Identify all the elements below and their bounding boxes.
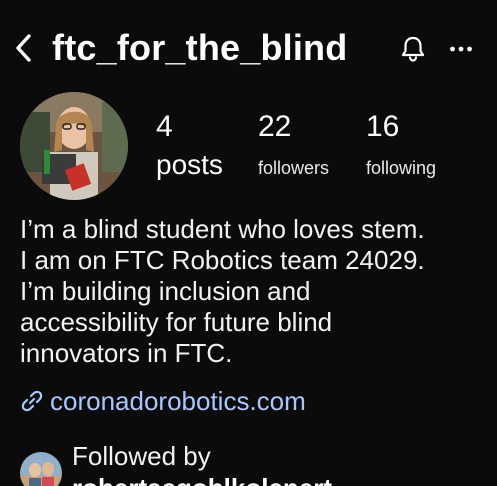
profile-link-text: coronadorobotics.com bbox=[50, 385, 306, 416]
mutual-follower-avatar bbox=[20, 452, 62, 486]
chevron-left-icon bbox=[16, 34, 31, 62]
profile-screen: ftc_for_the_blind 4 posts 22 followers 1… bbox=[0, 0, 497, 486]
posts-label: posts bbox=[156, 149, 223, 180]
ellipsis-icon bbox=[450, 46, 472, 52]
following-stat[interactable]: 16 following bbox=[366, 110, 436, 180]
bell-icon bbox=[401, 36, 425, 62]
bio-line: accessibility for future blind bbox=[20, 307, 333, 337]
profile-link[interactable]: coronadorobotics.com bbox=[20, 384, 306, 418]
profile-avatar[interactable] bbox=[20, 92, 128, 200]
followers-stat[interactable]: 22 followers bbox=[258, 110, 329, 180]
following-count: 16 bbox=[366, 110, 400, 143]
posts-stat[interactable]: 4 posts bbox=[156, 110, 223, 182]
avatar-photo bbox=[20, 92, 128, 200]
posts-count: 4 bbox=[156, 110, 173, 143]
bio-line: I’m building inclusion and bbox=[20, 276, 311, 306]
profile-bio: I’m a blind student who loves stem. I am… bbox=[20, 214, 490, 369]
followers-count: 22 bbox=[258, 110, 292, 143]
followed-by-row[interactable]: Followed by robertaegoblkolenert bbox=[20, 438, 497, 486]
more-options-button[interactable] bbox=[446, 34, 476, 64]
followed-by-name: robertaegoblkolenert bbox=[72, 472, 332, 486]
back-button[interactable] bbox=[10, 28, 38, 68]
notifications-button[interactable] bbox=[397, 32, 429, 66]
bio-line: I am on FTC Robotics team 24029. bbox=[20, 245, 425, 275]
profile-header: ftc_for_the_blind bbox=[0, 22, 497, 78]
bio-line: I’m a blind student who loves stem. bbox=[20, 214, 425, 244]
link-icon bbox=[21, 390, 43, 412]
following-label: following bbox=[366, 158, 437, 178]
followers-label: followers bbox=[258, 158, 330, 178]
followed-by-label: Followed by bbox=[72, 441, 211, 471]
bio-line: innovators in FTC. bbox=[20, 338, 233, 368]
profile-username: ftc_for_the_blind bbox=[52, 27, 348, 68]
